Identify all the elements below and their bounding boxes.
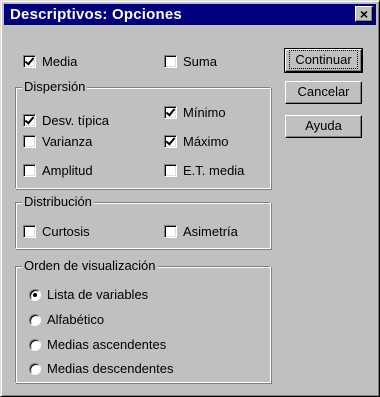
radio-circle [29,339,41,351]
cancelar-button[interactable]: Cancelar [285,81,362,104]
dialog-title: Descriptivos: Opciones [10,6,182,23]
radio-label: Alfabético [47,312,105,327]
checkbox-box [164,164,177,177]
checkbox-box [23,225,36,238]
radio-label: Medias descendentes [47,361,174,376]
desv-tipica-checkbox[interactable]: Desv. típica [23,113,109,129]
minimo-label: Mínimo [183,105,226,120]
title-bar[interactable]: Descriptivos: Opciones × [4,4,376,25]
check-icon [164,135,177,148]
minimo-checkbox[interactable]: Mínimo [164,105,226,121]
media-label: Media [42,54,78,69]
continuar-label: Continuar [289,50,358,69]
varianza-label: Varianza [42,134,93,149]
checkbox-box [23,164,36,177]
suma-label: Suma [183,54,217,69]
check-icon [23,114,36,127]
close-icon: × [359,6,369,22]
distribucion-group-label: Distribución [22,194,94,210]
radio-medias-ascendentes[interactable]: Medias ascendentes [29,337,166,353]
amplitud-label: Amplitud [42,163,93,178]
cancelar-label: Cancelar [297,84,350,99]
checkbox-box [164,55,177,68]
media-checkbox[interactable]: Media [23,54,77,70]
check-icon [164,106,177,119]
checkbox-box [23,135,36,148]
check-icon [23,55,36,68]
checkbox-box [164,225,177,238]
radio-circle [29,363,41,375]
asimetria-checkbox[interactable]: Asimetría [164,224,238,240]
radio-lista-variables[interactable]: Lista de variables [29,287,148,303]
radio-medias-descendentes[interactable]: Medias descendentes [29,361,173,377]
options-dialog: Descriptivos: Opciones × Media Suma Disp… [0,0,380,397]
varianza-checkbox[interactable]: Varianza [23,134,92,150]
radio-alfabetico[interactable]: Alfabético [29,312,104,328]
radio-dot-icon [29,289,41,301]
desv-tipica-label: Desv. típica [42,113,109,128]
et-media-label: E.T. media [183,163,245,178]
radio-label: Medias ascendentes [47,337,167,352]
asimetria-label: Asimetría [183,224,238,239]
ayuda-button[interactable]: Ayuda [285,115,362,138]
suma-checkbox[interactable]: Suma [164,54,217,70]
ayuda-label: Ayuda [305,118,342,133]
curtosis-label: Curtosis [42,224,90,239]
dispersion-group-label: Dispersión [22,79,88,95]
curtosis-checkbox[interactable]: Curtosis [23,224,90,240]
orden-group-label: Orden de visualización [22,258,158,274]
et-media-checkbox[interactable]: E.T. media [164,163,244,179]
maximo-label: Máximo [183,134,229,149]
close-button[interactable]: × [355,6,373,22]
continuar-button[interactable]: Continuar [284,48,363,73]
radio-circle [29,314,41,326]
radio-label: Lista de variables [47,287,149,302]
amplitud-checkbox[interactable]: Amplitud [23,163,93,179]
maximo-checkbox[interactable]: Máximo [164,134,229,150]
